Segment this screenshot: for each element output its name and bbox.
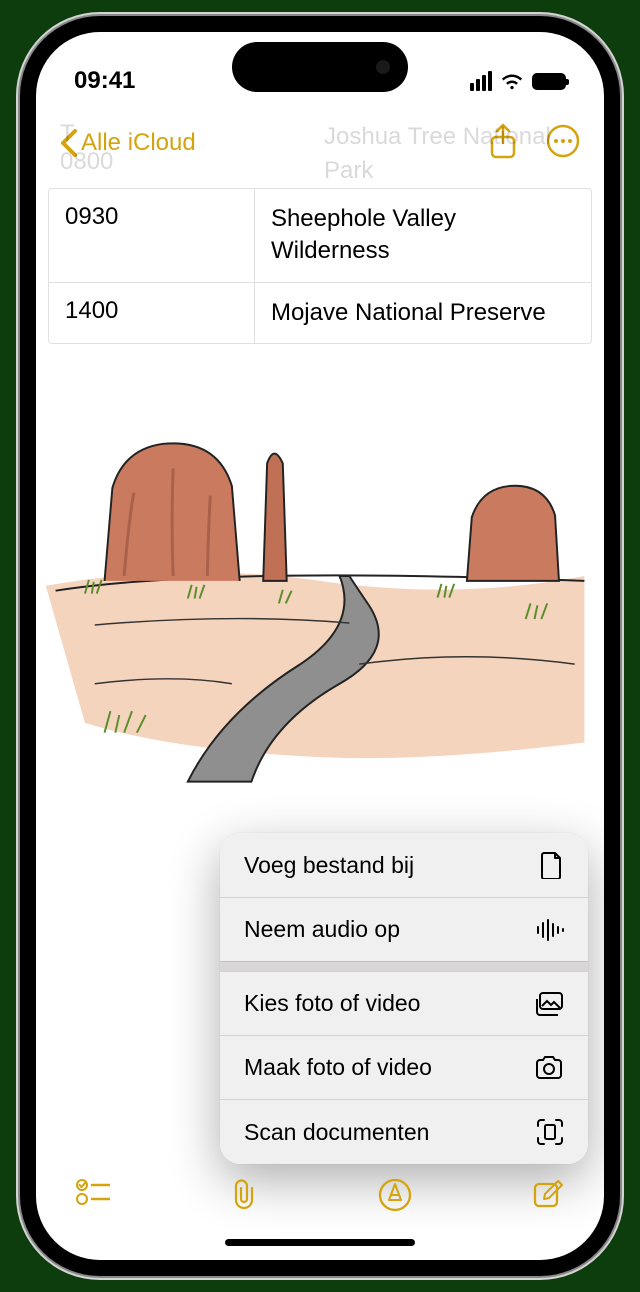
menu-take-photo[interactable]: Maak foto of video [220,1035,588,1099]
cell-place[interactable]: Mojave National Preserve [255,283,591,343]
cell-place[interactable]: Sheephole Valley Wilderness [255,189,591,282]
table-row[interactable]: 0930 Sheephole Valley Wilderness [49,189,591,282]
menu-label: Maak foto of video [244,1054,432,1081]
cell-time[interactable]: 1400 [49,283,255,343]
screen: 09:41 T 0800 Joshua Tree National Park A… [36,32,604,1260]
obscured-row-value: Joshua Tree National Park [324,120,551,187]
menu-label: Scan documenten [244,1119,429,1146]
wifi-icon [500,72,524,90]
ellipsis-circle-icon [546,124,580,158]
camera-icon [534,1056,564,1080]
paperclip-icon [230,1178,258,1210]
menu-separator [220,961,588,971]
desert-sketch[interactable] [36,366,604,786]
obscured-row-label: T 0800 [36,120,137,176]
table-row[interactable]: 1400 Mojave National Preserve [49,282,591,343]
checklist-button[interactable] [76,1178,110,1211]
menu-attach-file[interactable]: Voeg bestand bij [220,833,588,897]
more-button[interactable] [546,124,580,163]
menu-label: Kies foto of video [244,990,420,1017]
markup-button[interactable] [378,1178,412,1217]
compose-icon [532,1178,564,1210]
phone-frame: 09:41 T 0800 Joshua Tree National Park A… [20,16,620,1276]
battery-icon [532,73,566,90]
attach-menu: Voeg bestand bij Neem audio op Kies foto… [220,833,588,1164]
menu-scan-documents[interactable]: Scan documenten [220,1099,588,1164]
cell-time[interactable]: 0930 [49,189,255,282]
photo-library-icon [534,992,564,1016]
attachment-button[interactable] [230,1178,258,1215]
note-body: 0930 Sheephole Valley Wilderness 1400 Mo… [36,188,604,786]
status-time: 09:41 [74,67,135,95]
status-icons [470,71,566,91]
menu-label: Neem audio op [244,916,400,943]
compose-button[interactable] [532,1178,564,1215]
cellular-icon [470,71,492,91]
menu-label: Voeg bestand bij [244,852,414,879]
checklist-icon [76,1178,110,1206]
menu-record-audio[interactable]: Neem audio op [220,897,588,961]
menu-choose-photo[interactable]: Kies foto of video [220,971,588,1035]
home-indicator[interactable] [225,1239,415,1246]
file-icon [540,851,564,879]
itinerary-table[interactable]: 0930 Sheephole Valley Wilderness 1400 Mo… [48,188,592,344]
waveform-icon [536,919,564,941]
pencil-tip-icon [378,1178,412,1212]
dynamic-island [232,42,408,92]
document-scan-icon [536,1118,564,1146]
